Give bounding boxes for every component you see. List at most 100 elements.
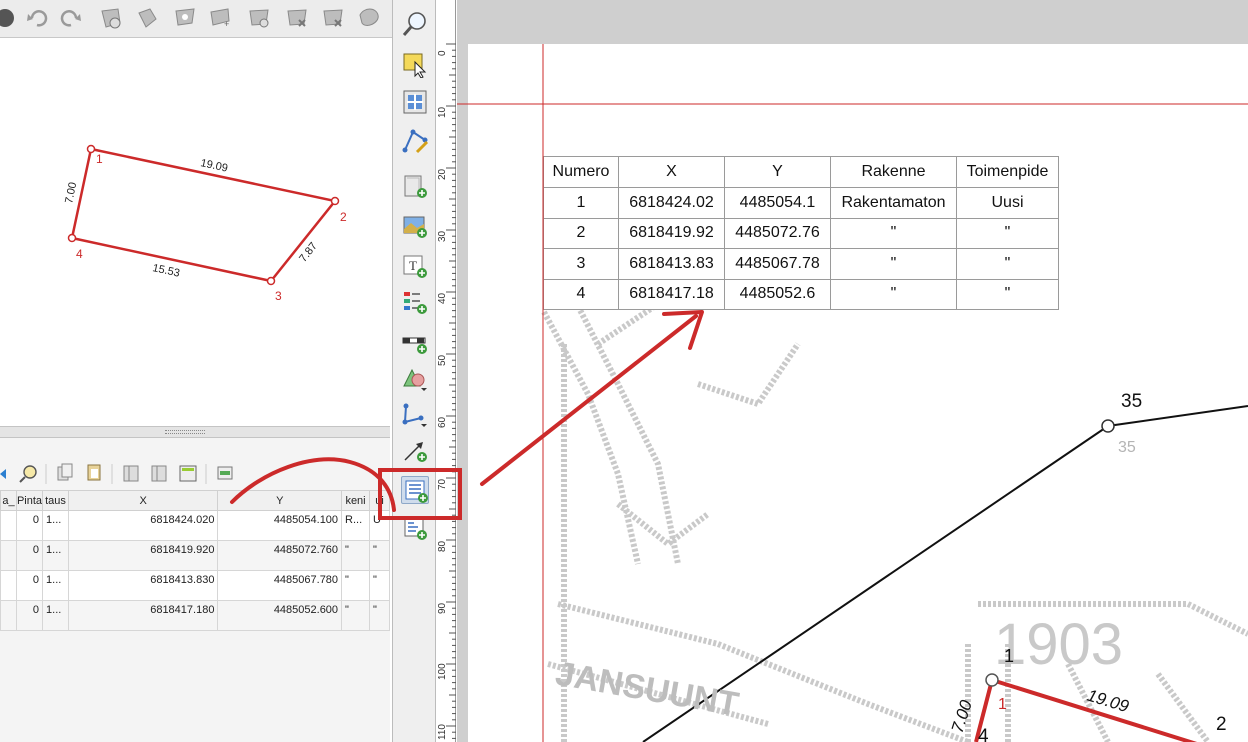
- add-node-item-icon[interactable]: [401, 400, 429, 428]
- ruler-label: 50: [437, 354, 448, 366]
- delete-ring-icon[interactable]: [284, 5, 310, 31]
- attribute-table-toolbar: [0, 460, 390, 488]
- attribute-table[interactable]: a_ Pinta taus X Y keni ui 0 1... 6818424…: [0, 490, 390, 631]
- column-header[interactable]: a_: [0, 490, 17, 511]
- table-cell[interactable]: 0: [15, 600, 44, 631]
- edge-label-4-1: 7.00: [63, 181, 79, 204]
- table-cell[interactable]: 0: [15, 570, 44, 601]
- vertex-marker: [330, 196, 340, 206]
- splitter-grip[interactable]: [165, 430, 205, 434]
- zoom-to-selection-icon: [19, 465, 37, 483]
- table-row[interactable]: 0 1... 6818424.020 4485054.100 R... U: [0, 510, 390, 541]
- composer-toolbar: T: [392, 0, 436, 742]
- edge-label-3-4: 15.53: [151, 262, 180, 279]
- table-row[interactable]: 0 1... 6818417.180 4485052.600 " ": [0, 600, 390, 631]
- parcel-drawing: 1 2 3 4 19.09 7.87 15.53 7.00: [63, 144, 347, 303]
- add-scalebar-icon[interactable]: [401, 328, 429, 356]
- paste-icon: [87, 464, 101, 481]
- table-cell[interactable]: 0: [15, 510, 44, 541]
- table-cell[interactable]: 1...: [42, 570, 70, 601]
- ruler-label: 30: [437, 230, 448, 242]
- table-cell[interactable]: 4485067.780: [217, 570, 343, 601]
- table-cell[interactable]: ": [341, 600, 371, 631]
- copy-icon: [57, 463, 73, 481]
- map-canvas[interactable]: 1 2 3 4 19.09 7.87 15.53 7.00: [0, 38, 390, 426]
- add-ring-icon[interactable]: [172, 5, 198, 31]
- ruler-label: 0: [437, 50, 448, 56]
- table-cell[interactable]: 4485072.760: [217, 540, 343, 571]
- table-cell[interactable]: 6818419.920: [68, 540, 219, 571]
- ruler-label: 40: [437, 292, 448, 304]
- table-cell[interactable]: 1...: [42, 540, 70, 571]
- table-cell[interactable]: 4485054.100: [217, 510, 343, 541]
- cancel-icon[interactable]: [0, 5, 18, 31]
- vertex-marker: [266, 276, 276, 286]
- fill-ring-icon[interactable]: [246, 5, 272, 31]
- table-cell[interactable]: 1...: [42, 600, 70, 631]
- table-cell[interactable]: 4485052.600: [217, 600, 343, 631]
- add-part-icon[interactable]: +: [208, 5, 234, 31]
- rotate-feature-icon[interactable]: [98, 5, 124, 31]
- column-header[interactable]: taus: [42, 490, 70, 511]
- zoom-tool-icon[interactable]: [401, 10, 429, 38]
- table-cell[interactable]: [0, 570, 17, 601]
- table-cell[interactable]: ": [369, 570, 390, 601]
- map-toolbar: +: [0, 0, 392, 38]
- delete-column-icon: [123, 465, 139, 482]
- table-cell[interactable]: 1...: [42, 510, 70, 541]
- highlight-box: [378, 468, 462, 520]
- vertex-label-4: 4: [76, 247, 83, 261]
- move-selection-icon: [0, 469, 6, 479]
- vertex-label-1: 1: [96, 152, 103, 166]
- table-cell[interactable]: [0, 510, 17, 541]
- undo-icon[interactable]: [24, 5, 50, 31]
- column-header[interactable]: X: [68, 490, 219, 511]
- table-row[interactable]: 0 1... 6818413.830 4485067.780 " ": [0, 570, 390, 601]
- edit-nodes-icon[interactable]: [401, 126, 429, 154]
- add-picture-icon[interactable]: [401, 212, 429, 240]
- conditional-formatting-icon: [217, 466, 233, 480]
- add-arrow-icon[interactable]: [401, 436, 429, 464]
- add-label-icon[interactable]: T: [401, 252, 429, 280]
- panel-splitter[interactable]: [0, 426, 390, 438]
- svg-text:+: +: [224, 19, 229, 29]
- page-margin-guides: [457, 44, 1248, 742]
- simplify-feature-icon[interactable]: [134, 5, 160, 31]
- table-cell[interactable]: [0, 600, 17, 631]
- field-calculator-icon: [179, 465, 197, 482]
- select-move-item-icon[interactable]: [401, 50, 429, 79]
- column-header[interactable]: Y: [217, 490, 343, 511]
- reshape-icon[interactable]: [356, 5, 382, 31]
- delete-part-icon[interactable]: [320, 5, 346, 31]
- ruler-label: 10: [437, 106, 448, 118]
- table-cell[interactable]: R...: [341, 510, 371, 541]
- table-cell[interactable]: 6818413.830: [68, 570, 219, 601]
- redo-icon[interactable]: [58, 5, 84, 31]
- vertex-marker: [67, 233, 77, 243]
- svg-text:T: T: [409, 258, 417, 273]
- column-header[interactable]: keni: [341, 490, 371, 511]
- table-row[interactable]: 0 1... 6818419.920 4485072.760 " ": [0, 540, 390, 571]
- table-cell[interactable]: ": [341, 540, 371, 571]
- ruler-label: 100: [437, 663, 448, 680]
- ruler-label: 90: [437, 602, 448, 614]
- table-cell[interactable]: 6818424.020: [68, 510, 219, 541]
- vertex-label-2: 2: [340, 210, 347, 224]
- vertex-marker: [86, 144, 96, 154]
- new-column-icon: [151, 465, 167, 482]
- ruler-label: 110: [437, 724, 448, 740]
- vertex-label-3: 3: [275, 289, 282, 303]
- table-cell[interactable]: ": [369, 600, 390, 631]
- ruler-label: 20: [437, 168, 448, 180]
- column-header[interactable]: Pinta: [15, 490, 44, 511]
- table-cell[interactable]: [0, 540, 17, 571]
- add-map-icon[interactable]: [401, 172, 429, 200]
- table-cell[interactable]: ": [341, 570, 371, 601]
- move-content-icon[interactable]: [401, 88, 429, 116]
- add-shape-icon[interactable]: [401, 364, 429, 392]
- table-cell[interactable]: ": [369, 540, 390, 571]
- ruler-label: 80: [437, 540, 448, 552]
- table-cell[interactable]: 6818417.180: [68, 600, 219, 631]
- table-cell[interactable]: 0: [15, 540, 44, 571]
- add-legend-icon[interactable]: [401, 288, 429, 316]
